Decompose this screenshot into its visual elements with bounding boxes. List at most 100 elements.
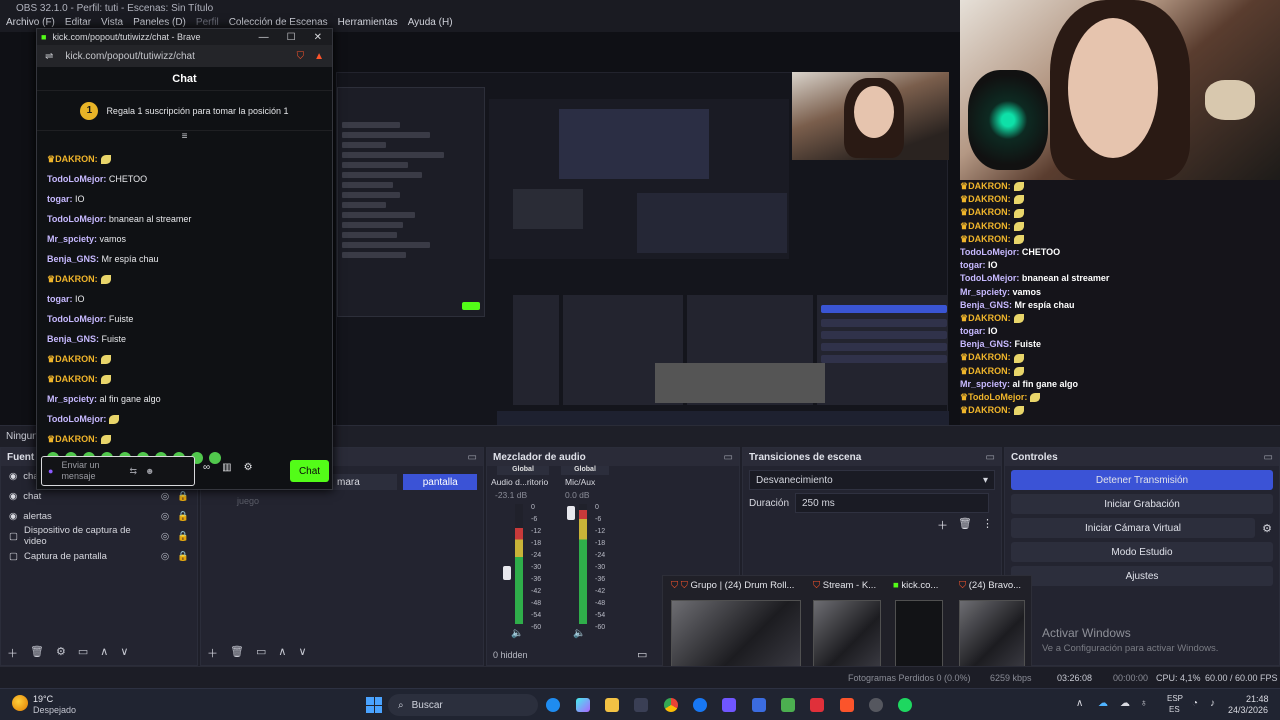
- chat-username[interactable]: TodoLoMejor:: [960, 247, 1019, 257]
- chat-input[interactable]: ● Enviar un mensaje ⇆ ☻: [41, 456, 195, 486]
- chat-username[interactable]: TodoLoMejor:: [968, 392, 1027, 402]
- chat-username[interactable]: TodoLoMejor:: [47, 314, 106, 324]
- thumb-image[interactable]: [671, 600, 801, 670]
- chat-username[interactable]: Benja_GNS:: [960, 300, 1012, 310]
- filter-icon[interactable]: ▭: [256, 645, 266, 661]
- thumb-image[interactable]: [959, 600, 1025, 670]
- thumb-image[interactable]: [813, 600, 881, 670]
- menu-herramientas[interactable]: Herramientas: [338, 17, 398, 31]
- chat-username[interactable]: togar:: [960, 260, 986, 270]
- facebook-icon[interactable]: [693, 698, 707, 712]
- chat-username[interactable]: Mr_spciety:: [960, 379, 1010, 389]
- gift-icon[interactable]: ▥: [222, 462, 231, 473]
- taskbar-search[interactable]: ⌕ Buscar: [388, 694, 538, 716]
- chat-username[interactable]: DAKRON:: [968, 405, 1011, 415]
- chat-username[interactable]: Mr_spciety:: [47, 394, 97, 404]
- virtual-camera-button[interactable]: Iniciar Cámara Virtual: [1011, 518, 1255, 538]
- more-icon[interactable]: ⋮: [982, 517, 993, 533]
- chat-username[interactable]: togar:: [47, 194, 73, 204]
- brave-icon[interactable]: [840, 698, 854, 712]
- pinned-toggle-icon[interactable]: ≡: [37, 131, 332, 149]
- chat-username[interactable]: togar:: [47, 294, 73, 304]
- dock-menu-icon[interactable]: ▭: [724, 452, 733, 463]
- volume-slider[interactable]: [567, 506, 575, 520]
- chat-username[interactable]: DAKRON:: [55, 354, 98, 364]
- dock-menu-icon[interactable]: ▭: [1264, 452, 1273, 463]
- volume-slider[interactable]: [503, 566, 511, 580]
- up-icon[interactable]: ∧: [278, 645, 286, 661]
- chrome-icon[interactable]: [664, 698, 678, 712]
- lang-sub[interactable]: ES: [1169, 705, 1180, 714]
- url-field[interactable]: kick.com/popout/tutiwizz/chat: [65, 51, 195, 62]
- chat-username[interactable]: DAKRON:: [55, 434, 98, 444]
- add-icon[interactable]: ＋: [937, 517, 948, 533]
- spotify-icon[interactable]: [898, 698, 912, 712]
- scene-item-camara[interactable]: mara: [331, 474, 398, 490]
- gear-icon[interactable]: ⚙: [244, 462, 253, 473]
- scene-item-pantalla[interactable]: pantalla: [403, 474, 477, 490]
- thumb-image[interactable]: [895, 600, 943, 670]
- cloud-icon[interactable]: ☁: [1120, 698, 1130, 709]
- down-icon[interactable]: ∨: [298, 645, 306, 661]
- up-icon[interactable]: ∧: [100, 645, 108, 661]
- lock-icon[interactable]: 🔒: [177, 491, 189, 502]
- chat-username[interactable]: DAKRON:: [968, 181, 1011, 191]
- mute-icon[interactable]: 🔈: [573, 628, 585, 639]
- chat-username[interactable]: TodoLoMejor:: [47, 414, 106, 424]
- channel-name[interactable]: Mic/Aux: [565, 477, 595, 487]
- trash-icon[interactable]: 🗑: [230, 645, 244, 661]
- clock-date[interactable]: 24/3/2026: [1228, 705, 1268, 715]
- trash-icon[interactable]: 🗑: [30, 645, 44, 661]
- obs-icon[interactable]: [869, 698, 883, 712]
- source-item[interactable]: ▢ Captura de pantalla ◎ 🔒: [1, 546, 197, 566]
- mute-icon[interactable]: 🔈: [511, 628, 523, 639]
- source-item[interactable]: ◉ alertas ◎ 🔒: [1, 506, 197, 526]
- minecraft-icon[interactable]: [781, 698, 795, 712]
- chat-username[interactable]: TodoLoMejor:: [960, 273, 1019, 283]
- down-icon[interactable]: ∨: [120, 645, 128, 661]
- dock-menu-icon[interactable]: ▭: [986, 452, 995, 463]
- brave-shield-icon[interactable]: ⛉: [297, 51, 305, 62]
- eye-icon[interactable]: ◎: [161, 491, 169, 502]
- weather-icon[interactable]: [12, 695, 28, 711]
- chat-username[interactable]: Benja_GNS:: [47, 254, 99, 264]
- emoji-icon[interactable]: ☻: [145, 466, 154, 476]
- chat-username[interactable]: DAKRON:: [968, 352, 1011, 362]
- trash-icon[interactable]: 🗑: [958, 517, 972, 533]
- chat-username[interactable]: DAKRON:: [968, 366, 1011, 376]
- chat-username[interactable]: DAKRON:: [55, 274, 98, 284]
- menu-ayuda[interactable]: Ayuda (H): [408, 17, 453, 31]
- chat-username[interactable]: DAKRON:: [968, 194, 1011, 204]
- site-info-icon[interactable]: ⇌: [45, 51, 53, 62]
- add-icon[interactable]: ＋: [7, 645, 18, 661]
- link-icon[interactable]: ∞: [203, 462, 210, 473]
- thumb-brave-group[interactable]: ⛉ ⛉ Grupo | (24) Drum Roll...: [671, 580, 794, 591]
- chat-username[interactable]: Benja_GNS:: [47, 334, 99, 344]
- store-icon[interactable]: [634, 698, 648, 712]
- tray-chevron-icon[interactable]: ∧: [1076, 698, 1083, 709]
- source-item[interactable]: ▢ Dispositivo de captura de video ◎ 🔒: [1, 525, 197, 547]
- chat-username[interactable]: Mr_spciety:: [960, 287, 1010, 297]
- brave-chat-popup[interactable]: ■ kick.com/popout/tutiwizz/chat - Brave …: [36, 28, 333, 490]
- lock-icon[interactable]: 🔒: [177, 551, 189, 562]
- lock-icon[interactable]: 🔒: [177, 531, 189, 542]
- edge-icon[interactable]: [546, 698, 560, 712]
- send-chat-button[interactable]: Chat: [290, 460, 329, 482]
- mixer-menu-icon[interactable]: ▭: [637, 648, 647, 661]
- brave-rewards-icon[interactable]: ▲: [314, 51, 324, 62]
- settings-button[interactable]: Ajustes: [1011, 566, 1273, 586]
- start-recording-button[interactable]: Iniciar Grabación: [1011, 494, 1273, 514]
- thumb-bravo[interactable]: ⛉ (24) Bravo...: [959, 580, 1021, 591]
- chat-username[interactable]: togar:: [960, 326, 986, 336]
- eye-icon[interactable]: ◎: [161, 531, 169, 542]
- eye-icon[interactable]: ◎: [161, 551, 169, 562]
- volume-icon[interactable]: ♪: [1210, 698, 1215, 709]
- app-icon[interactable]: [722, 698, 736, 712]
- maximize-icon[interactable]: ☐: [287, 32, 296, 43]
- mic-icon[interactable]: ●: [48, 466, 53, 476]
- chat-username[interactable]: DAKRON:: [55, 374, 98, 384]
- thumb-stream[interactable]: ⛉ Stream - K...: [813, 580, 876, 591]
- clock-time[interactable]: 21:48: [1246, 694, 1269, 704]
- thumb-kick[interactable]: ■ kick.co...: [893, 580, 938, 591]
- studio-mode-button[interactable]: Modo Estudio: [1011, 542, 1273, 562]
